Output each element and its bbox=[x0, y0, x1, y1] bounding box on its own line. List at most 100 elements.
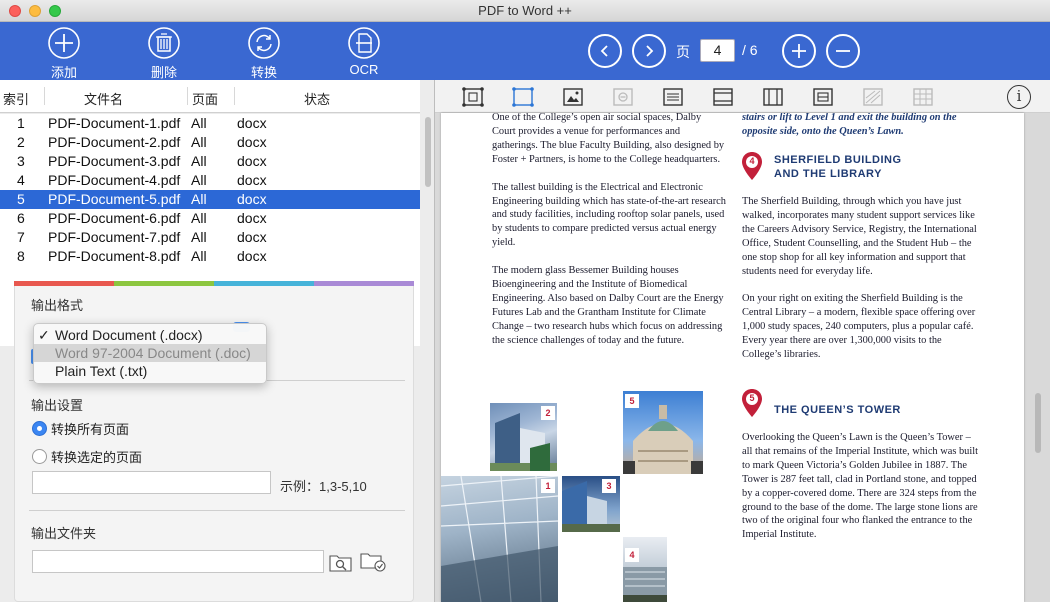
photo-number-badge: 3 bbox=[602, 479, 616, 493]
row-filename: PDF-Document-1.pdf bbox=[48, 115, 181, 131]
remove-region-icon[interactable] bbox=[611, 85, 635, 109]
zoom-window-button[interactable] bbox=[49, 5, 61, 17]
output-format-dropdown[interactable]: ✓ Word Document (.docx) Word 97-2004 Doc… bbox=[33, 323, 267, 384]
convert-label: 转换 bbox=[250, 65, 277, 80]
row-pages: All bbox=[191, 134, 207, 150]
info-button[interactable]: i bbox=[1007, 85, 1031, 109]
doc-heading-line: SHERFIELD BUILDING bbox=[774, 154, 902, 166]
format-option-txt[interactable]: Plain Text (.txt) bbox=[34, 362, 266, 380]
ocr-button[interactable]: OCR bbox=[334, 26, 394, 77]
horizontal-split-icon[interactable] bbox=[711, 85, 735, 109]
photo-building-3: 3 bbox=[562, 476, 620, 532]
table-region-icon[interactable] bbox=[811, 85, 835, 109]
open-folder-button[interactable] bbox=[360, 549, 386, 572]
table-row[interactable]: 8 PDF-Document-8.pdf All docx bbox=[0, 247, 420, 266]
table-row[interactable]: 5 PDF-Document-5.pdf All docx bbox=[0, 190, 420, 209]
scrollbar-thumb[interactable] bbox=[425, 117, 431, 187]
next-page-button[interactable] bbox=[632, 34, 666, 68]
column-region-icon[interactable] bbox=[861, 85, 885, 109]
file-list-scrollbar[interactable] bbox=[421, 114, 434, 264]
text-region-icon[interactable] bbox=[661, 85, 685, 109]
doc-heading-sherfield: SHERFIELD BUILDING AND THE LIBRARY bbox=[774, 153, 902, 181]
row-pages: All bbox=[191, 191, 207, 207]
format-option-docx[interactable]: ✓ Word Document (.docx) bbox=[34, 326, 266, 344]
radio-dot-selected[interactable] bbox=[32, 421, 47, 436]
close-window-button[interactable] bbox=[9, 5, 21, 17]
output-folder-input[interactable] bbox=[32, 550, 324, 573]
column-header-status[interactable]: 状态 bbox=[304, 89, 330, 108]
window-title: PDF to Word ++ bbox=[478, 3, 572, 18]
format-option-label: Word Document (.docx) bbox=[55, 327, 203, 343]
output-format-title: 输出格式 bbox=[31, 298, 84, 313]
doc-paragraph: One of the College’s open air social spa… bbox=[492, 113, 725, 165]
main-toolbar: 添加 删除 转换 OCR 页 4 / 6 bbox=[0, 22, 1050, 80]
row-filename: PDF-Document-5.pdf bbox=[48, 191, 181, 207]
chevron-right-icon bbox=[646, 45, 654, 57]
page-range-input[interactable] bbox=[32, 471, 271, 494]
table-row[interactable]: 1 PDF-Document-1.pdf All docx bbox=[0, 114, 420, 133]
convert-button[interactable]: 转换 bbox=[234, 26, 294, 81]
doc-column-left: One of the College’s open air social spa… bbox=[492, 113, 727, 362]
pin-number: 4 bbox=[749, 156, 755, 166]
plus-icon bbox=[792, 44, 806, 58]
pin-number: 5 bbox=[749, 393, 755, 403]
row-filename: PDF-Document-6.pdf bbox=[48, 210, 181, 226]
row-status: docx bbox=[237, 134, 267, 150]
row-index: 4 bbox=[17, 172, 25, 188]
row-index: 2 bbox=[17, 134, 25, 150]
radio-convert-selected-pages[interactable]: 转换选定的页面 bbox=[32, 447, 142, 466]
region-toolbar: i bbox=[435, 80, 1050, 113]
row-index: 6 bbox=[17, 210, 25, 226]
plus-circle-icon bbox=[48, 27, 80, 59]
table-row[interactable]: 6 PDF-Document-6.pdf All docx bbox=[0, 209, 420, 228]
vertical-split-icon[interactable] bbox=[761, 85, 785, 109]
add-button[interactable]: 添加 bbox=[34, 26, 94, 81]
table-row[interactable]: 4 PDF-Document-4.pdf All docx bbox=[0, 171, 420, 190]
chevron-left-icon bbox=[600, 45, 608, 57]
prev-page-button[interactable] bbox=[588, 34, 622, 68]
row-status: docx bbox=[237, 229, 267, 245]
folder-check-icon bbox=[360, 553, 386, 572]
row-status: docx bbox=[237, 172, 267, 188]
file-table-header: 索引 文件名 页面 状态 bbox=[0, 80, 420, 113]
format-option-label: Word 97-2004 Document (.doc) bbox=[55, 345, 251, 361]
pdf-page-preview: One of the College’s open air social spa… bbox=[441, 113, 1024, 602]
radio-dot[interactable] bbox=[32, 449, 47, 464]
preview-scrollbar[interactable] bbox=[1032, 113, 1045, 602]
grid-region-icon[interactable] bbox=[911, 85, 935, 109]
scrollbar-thumb[interactable] bbox=[1035, 393, 1041, 453]
browse-folder-button[interactable] bbox=[329, 551, 353, 573]
column-header-pages[interactable]: 页面 bbox=[192, 89, 218, 108]
table-row[interactable]: 7 PDF-Document-7.pdf All docx bbox=[0, 228, 420, 247]
output-settings-title: 输出设置 bbox=[31, 398, 84, 413]
row-pages: All bbox=[191, 229, 207, 245]
photo-number-badge: 1 bbox=[541, 479, 555, 493]
selected-check-icon: ✓ bbox=[38, 327, 50, 343]
doc-paragraph: The Sherfield Building, through which yo… bbox=[742, 196, 977, 277]
zoom-in-button[interactable] bbox=[782, 34, 816, 68]
row-filename: PDF-Document-8.pdf bbox=[48, 248, 181, 264]
table-row[interactable]: 2 PDF-Document-2.pdf All docx bbox=[0, 133, 420, 152]
row-pages: All bbox=[191, 248, 207, 264]
column-divider bbox=[187, 87, 188, 105]
ocr-label: OCR bbox=[349, 62, 379, 77]
delete-button[interactable]: 删除 bbox=[134, 26, 194, 81]
zoom-out-button[interactable] bbox=[826, 34, 860, 68]
format-option-doc[interactable]: Word 97-2004 Document (.doc) bbox=[34, 344, 266, 362]
row-status: docx bbox=[237, 115, 267, 131]
radio-convert-all-pages[interactable]: 转换所有页面 bbox=[32, 419, 129, 438]
radio-selected-pages-label: 转换选定的页面 bbox=[51, 450, 143, 465]
table-row[interactable]: 3 PDF-Document-3.pdf All docx bbox=[0, 152, 420, 171]
image-region-icon[interactable] bbox=[561, 85, 585, 109]
row-index: 3 bbox=[17, 153, 25, 169]
doc-heading-line: AND THE LIBRARY bbox=[774, 168, 882, 180]
crop-region-icon[interactable] bbox=[511, 85, 535, 109]
current-page-input[interactable]: 4 bbox=[700, 39, 735, 62]
row-pages: All bbox=[191, 172, 207, 188]
select-region-icon[interactable] bbox=[461, 85, 485, 109]
minimize-window-button[interactable] bbox=[29, 5, 41, 17]
column-header-index[interactable]: 索引 bbox=[3, 89, 29, 108]
column-divider bbox=[234, 87, 235, 105]
photo-building-2: 2 bbox=[490, 403, 557, 471]
column-header-filename[interactable]: 文件名 bbox=[84, 89, 123, 108]
